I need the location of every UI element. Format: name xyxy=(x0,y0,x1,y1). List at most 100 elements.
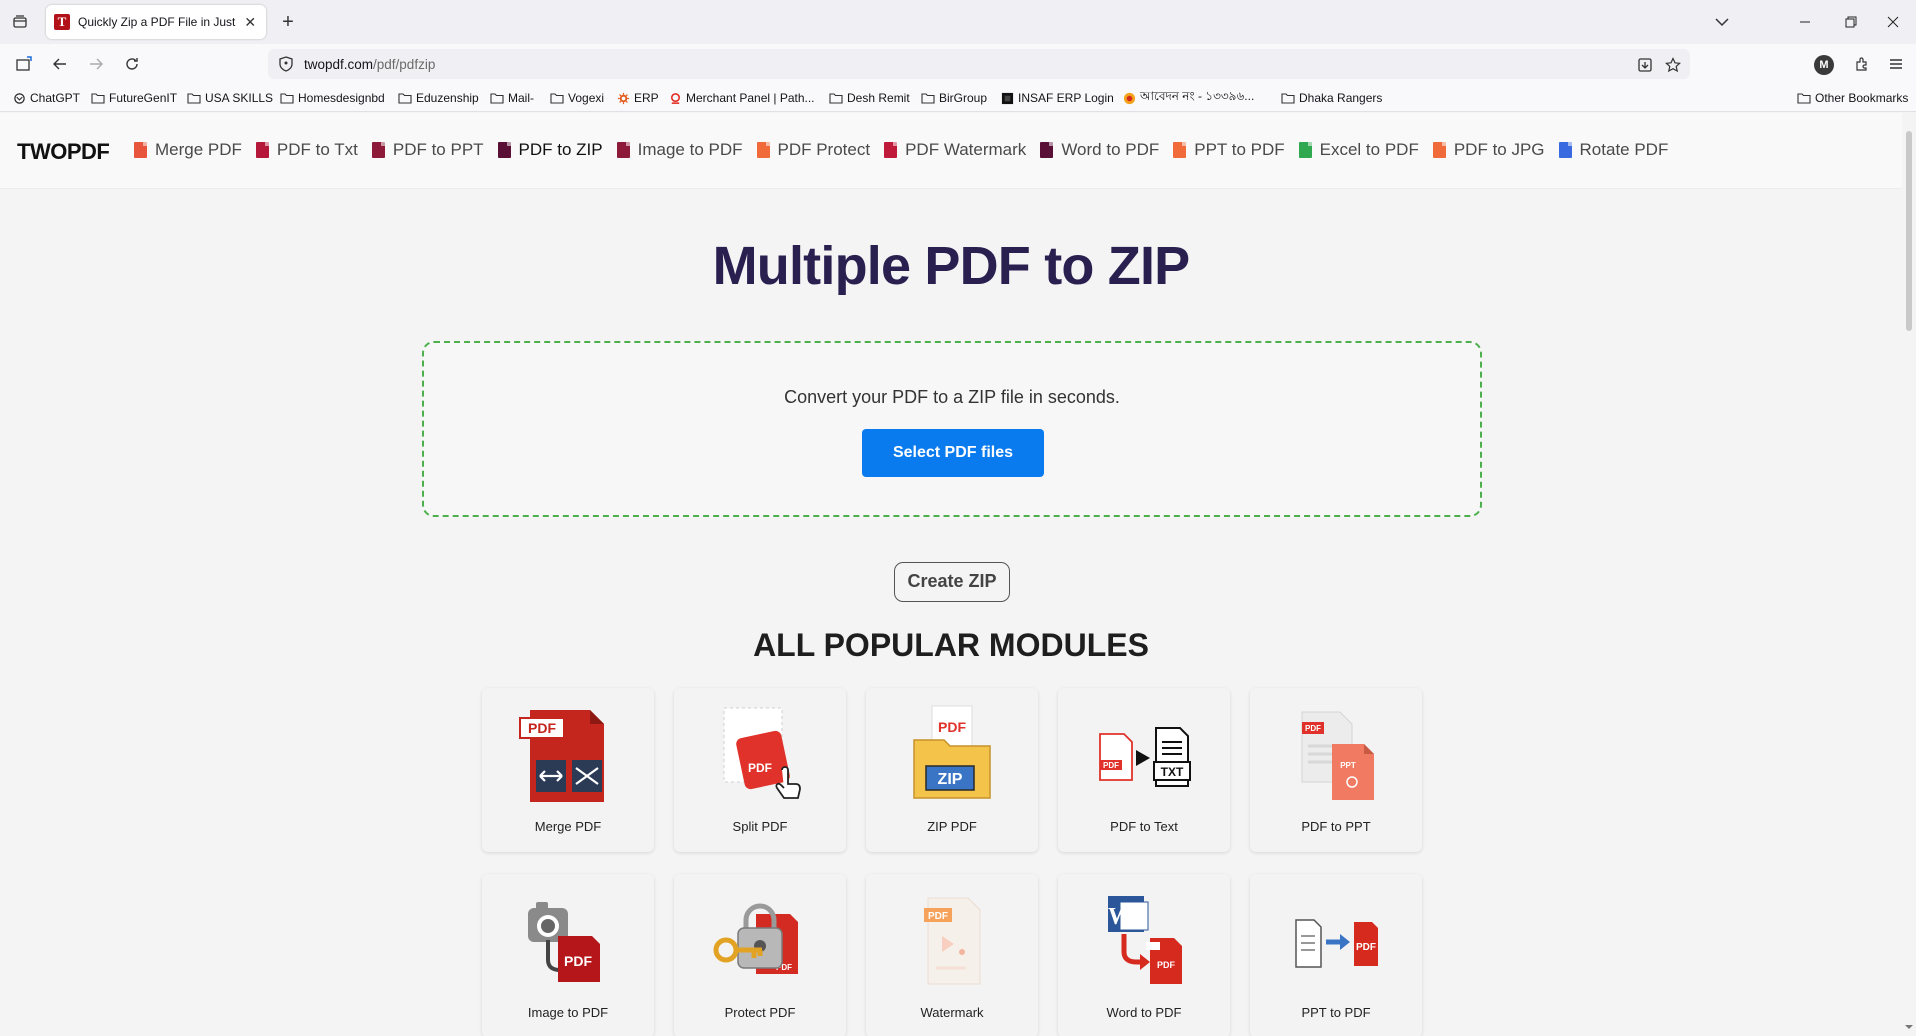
dropzone-text: Convert your PDF to a ZIP file in second… xyxy=(784,387,1120,407)
pdf-file-icon xyxy=(756,142,770,158)
restore-icon[interactable] xyxy=(1828,8,1874,36)
menu-item-label: Excel to PDF xyxy=(1319,140,1419,159)
module-card-pdf-to-text[interactable]: PDF TXT PDF to Text xyxy=(1058,688,1230,852)
bookmark-erp[interactable]: ERP xyxy=(616,90,659,106)
pdf-file-icon xyxy=(134,142,147,158)
module-label: Protect PDF xyxy=(724,1005,796,1020)
module-card-pdf-to-ppt[interactable]: PDF PPT PDF to PPT xyxy=(1250,688,1422,852)
menu-item-label: Rotate PDF xyxy=(1579,140,1669,159)
close-tab-icon[interactable]: ✕ xyxy=(242,14,258,31)
module-card-watermark[interactable]: PDF Watermark xyxy=(866,874,1038,1036)
bookmark-star-icon[interactable] xyxy=(1662,54,1684,76)
bookmark-vogexi[interactable]: Vogexi xyxy=(550,90,604,106)
bookmark-chatgpt[interactable]: ChatGPT xyxy=(12,90,80,106)
url-path: /pdf/pdfzip xyxy=(373,56,436,72)
browser-toolbar: twopdf.com/pdf/pdfzip M xyxy=(0,44,1916,84)
bookmark-merchant-panel[interactable]: Merchant Panel | Path... xyxy=(668,90,815,106)
site-logo[interactable]: TWOPDF xyxy=(17,139,110,165)
page-content: TWOPDF Merge PDF PDF to Txt PDF to PPT P… xyxy=(0,113,1902,1036)
menu-item-image-to-pdf[interactable]: Image to PDF xyxy=(616,140,743,160)
browser-tab-active[interactable]: T Quickly Zip a PDF File in Just a F ✕ xyxy=(46,5,266,39)
openai-icon xyxy=(12,91,26,105)
bookmark-mail[interactable]: Mail- xyxy=(490,90,534,106)
close-window-icon[interactable] xyxy=(1870,8,1916,36)
bookmark-label: USA SKILLS xyxy=(205,91,274,105)
file-dropzone[interactable]: Convert your PDF to a ZIP file in second… xyxy=(422,341,1482,517)
module-card-image-to-pdf[interactable]: PDF Image to PDF xyxy=(482,874,654,1036)
site-info-icon[interactable] xyxy=(276,54,296,74)
page-scrollbar[interactable] xyxy=(1902,113,1916,1036)
module-label: PDF to Text xyxy=(1110,819,1178,834)
module-card-zip-pdf[interactable]: PDF ZIP ZIP PDF xyxy=(866,688,1038,852)
bookmark-eduzenship[interactable]: Eduzenship xyxy=(398,90,479,106)
bookmark-futuregenit[interactable]: FutureGenIT xyxy=(91,90,177,106)
forward-arrow-icon[interactable] xyxy=(84,52,108,76)
new-window-icon[interactable] xyxy=(12,52,36,76)
module-label: Image to PDF xyxy=(527,1005,609,1020)
svg-text:TXT: TXT xyxy=(1161,765,1184,779)
pdf-file-icon xyxy=(884,142,898,158)
menu-item-label: PDF Watermark xyxy=(905,140,1027,159)
bookmark-application-number[interactable]: আবেদন নং - ১৩৩৯৬... xyxy=(1122,89,1254,106)
folder-icon xyxy=(550,91,564,105)
menu-item-pdf-watermark[interactable]: PDF Watermark xyxy=(884,140,1026,160)
svg-text:PPT: PPT xyxy=(1340,761,1356,770)
bookmark-insaf-erp[interactable]: INSAF ERP Login xyxy=(1000,90,1114,106)
menu-item-merge-pdf[interactable]: Merge PDF xyxy=(134,140,242,160)
create-zip-button[interactable]: Create ZIP xyxy=(894,562,1010,602)
menu-hamburger-icon[interactable] xyxy=(1884,52,1908,76)
tab-title: Quickly Zip a PDF File in Just a F xyxy=(78,15,239,29)
bookmark-birgroup[interactable]: BirGroup xyxy=(921,90,987,106)
menu-item-label: PDF Protect xyxy=(777,140,871,159)
bookmark-desh-remit[interactable]: Desh Remit xyxy=(829,90,910,106)
module-card-split-pdf[interactable]: PDF Split PDF xyxy=(674,688,846,852)
menu-item-pdf-to-txt[interactable]: PDF to Txt xyxy=(255,140,358,160)
new-tab-icon[interactable]: + xyxy=(276,10,300,34)
module-label: PPT to PDF xyxy=(1301,1005,1371,1020)
url-host: twopdf.com xyxy=(304,56,374,72)
other-bookmarks[interactable]: Other Bookmarks xyxy=(1797,90,1908,106)
menu-item-pdf-to-ppt[interactable]: PDF to PPT xyxy=(371,140,484,160)
save-to-pocket-icon[interactable] xyxy=(1634,54,1656,76)
minimize-icon[interactable] xyxy=(1782,8,1828,36)
module-card-ppt-to-pdf[interactable]: PDF PPT to PDF xyxy=(1250,874,1422,1036)
folder-icon xyxy=(490,91,504,105)
address-bar[interactable]: twopdf.com/pdf/pdfzip xyxy=(268,49,1690,79)
pdf-file-icon xyxy=(616,142,630,158)
bookmark-homesdesignbd[interactable]: Homesdesignbd xyxy=(280,90,385,106)
bookmark-dhaka-rangers[interactable]: Dhaka Rangers xyxy=(1281,90,1382,106)
menu-item-pdf-to-zip[interactable]: PDF to ZIP xyxy=(497,140,603,160)
tab-list-icon[interactable] xyxy=(8,10,32,34)
select-pdf-files-button[interactable]: Select PDF files xyxy=(862,429,1044,477)
menu-item-word-to-pdf[interactable]: Word to PDF xyxy=(1040,140,1159,160)
folder-icon xyxy=(398,91,412,105)
svg-text:PDF: PDF xyxy=(528,720,556,736)
bookmark-label: ERP xyxy=(634,91,659,105)
bookmark-label: BirGroup xyxy=(939,91,988,105)
menu-item-ppt-to-pdf[interactable]: PPT to PDF xyxy=(1173,140,1285,160)
menu-item-pdf-to-jpg[interactable]: PDF to JPG xyxy=(1432,140,1545,160)
pdf-file-icon xyxy=(497,142,511,158)
chevron-down-icon[interactable] xyxy=(1712,12,1732,32)
module-card-merge-pdf[interactable]: PDF Merge PDF xyxy=(482,688,654,852)
back-arrow-icon[interactable] xyxy=(48,52,72,76)
profile-avatar[interactable]: M xyxy=(1814,55,1834,75)
gear-icon xyxy=(616,91,630,105)
watermark-icon: PDF xyxy=(902,890,1002,990)
menu-item-excel-to-pdf[interactable]: Excel to PDF xyxy=(1298,140,1419,160)
module-card-word-to-pdf[interactable]: W PDF Word to PDF xyxy=(1058,874,1230,1036)
reload-icon[interactable] xyxy=(120,52,144,76)
module-card-protect-pdf[interactable]: PDF Protect PDF xyxy=(674,874,846,1036)
svg-text:PDF: PDF xyxy=(938,719,966,735)
pathao-icon xyxy=(668,91,682,105)
svg-text:PDF: PDF xyxy=(1103,761,1119,770)
extensions-icon[interactable] xyxy=(1850,52,1874,76)
menu-item-rotate-pdf[interactable]: Rotate PDF xyxy=(1558,140,1669,160)
scrollbar-thumb[interactable] xyxy=(1906,131,1912,331)
folder-icon xyxy=(829,91,843,105)
module-label: PDF to PPT xyxy=(1301,819,1371,834)
pdf-file-icon xyxy=(255,142,269,158)
bookmark-usa-skills[interactable]: USA SKILLS xyxy=(187,90,273,106)
scroll-down-icon[interactable] xyxy=(1904,1019,1914,1029)
menu-item-pdf-protect[interactable]: PDF Protect xyxy=(756,140,871,160)
